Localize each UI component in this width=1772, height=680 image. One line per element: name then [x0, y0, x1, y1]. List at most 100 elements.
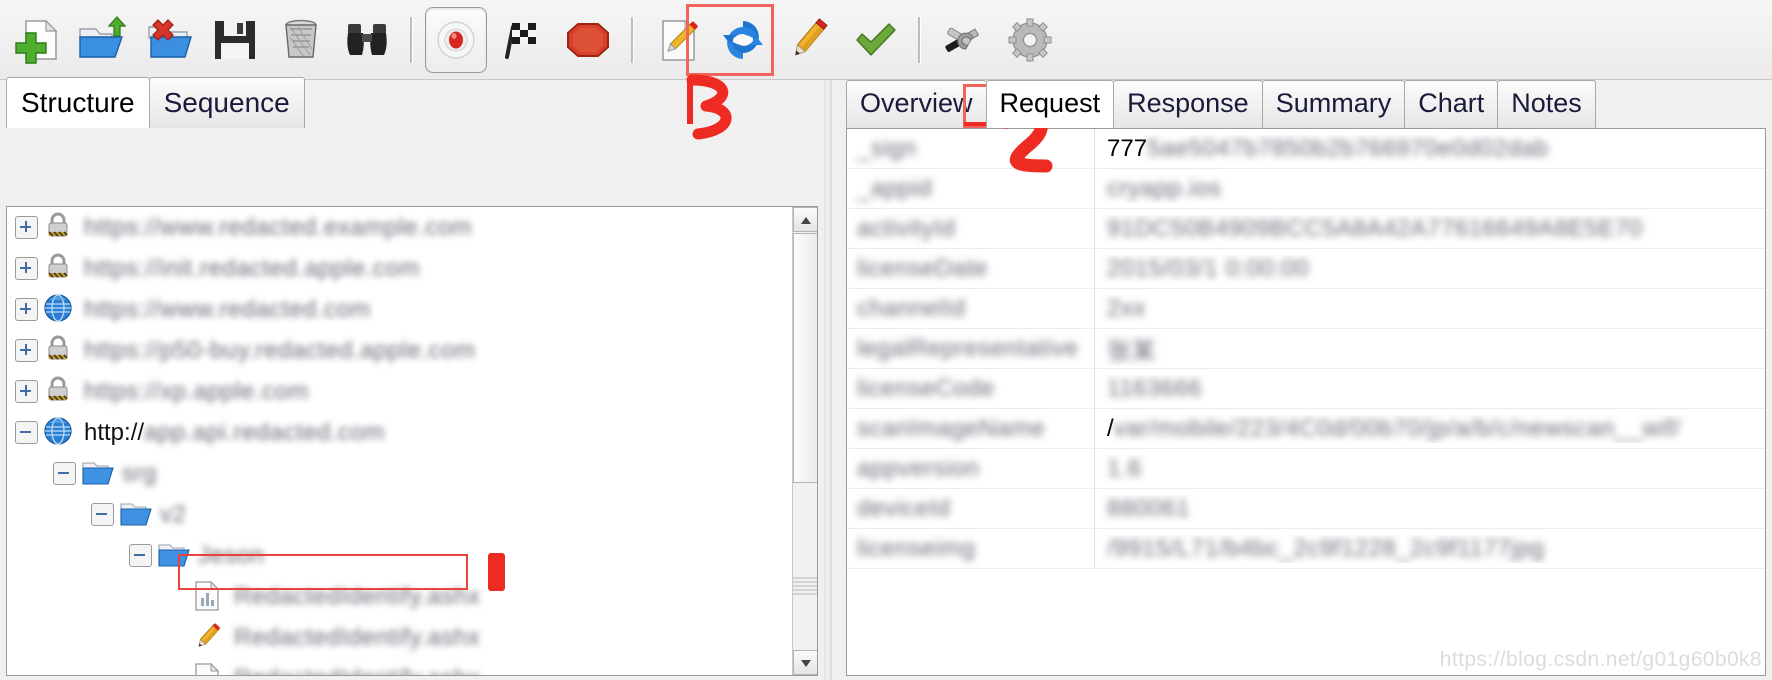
tree-row-spacer — [167, 627, 188, 648]
request-param-name: activityId — [857, 214, 956, 242]
tree-expand-icon[interactable] — [15, 216, 38, 239]
request-row[interactable]: legalRepresentative 张某 — [847, 329, 1765, 369]
request-param-value: /var/mobile/223/4C0d/00b70/jp/a/b/c/news… — [1107, 414, 1681, 442]
tree-collapse-icon[interactable] — [53, 462, 76, 485]
open-folder-button[interactable] — [72, 7, 134, 73]
edit-button[interactable] — [778, 7, 840, 73]
watermark: https://blog.csdn.net/g01g60b0k8 — [1439, 648, 1762, 671]
save-button[interactable] — [204, 7, 266, 73]
request-row[interactable]: licenseDate 2015/03/1 0:00:00 — [847, 249, 1765, 289]
tree-row-label: srg — [122, 459, 157, 487]
tab-summary[interactable]: Summary — [1261, 80, 1406, 128]
tree-row-label: RedactedIdentify.ashx — [234, 582, 481, 610]
request-param-value: 张某 — [1107, 338, 1156, 365]
tree-row-label: https://www.redacted.com — [84, 295, 371, 323]
scroll-down-arrow[interactable] — [793, 650, 817, 675]
left-panel: Structure Sequence https://www.redacted.… — [0, 77, 824, 680]
toolbar-separator-3 — [918, 16, 921, 63]
request-row[interactable]: channelId 2xx — [847, 289, 1765, 329]
tree-row[interactable]: RedactedIdentify.ashx — [7, 658, 791, 675]
request-param-value: 1163666 — [1107, 374, 1203, 402]
stop-recording-button[interactable] — [491, 7, 553, 73]
request-param-value: 1.6 — [1107, 454, 1142, 482]
tab-notes[interactable]: Notes — [1497, 80, 1596, 128]
scroll-up-arrow[interactable] — [793, 207, 817, 232]
request-parameters-table[interactable]: _sign 7775ae5047b7850b2b766970e0d02dab _ap… — [846, 128, 1766, 676]
new-file-button[interactable] — [6, 7, 68, 73]
request-row[interactable]: appversion 1.6 — [847, 449, 1765, 489]
settings-button[interactable] — [999, 7, 1061, 73]
tab-request[interactable]: Request — [985, 80, 1115, 128]
request-row[interactable]: activityId 91DC50B4909BCC5A8A42A77616649A… — [847, 209, 1765, 249]
request-param-name: licenseCode — [857, 374, 995, 402]
save-icon — [211, 16, 259, 64]
request-param-value: 2xx — [1107, 294, 1146, 322]
tree-expand-icon[interactable] — [15, 298, 38, 321]
request-detail-tabs: Overview Request Response Summary Chart … — [832, 80, 1772, 128]
tree-row[interactable]: https://www.redacted.com — [7, 289, 791, 330]
tree-row[interactable]: srg — [7, 453, 791, 494]
tools-button[interactable] — [933, 7, 995, 73]
tree-vertical-scrollbar[interactable] — [792, 207, 817, 675]
find-button[interactable] — [336, 7, 398, 73]
request-row[interactable]: licenseCode 1163666 — [847, 369, 1765, 409]
tree-row-label: Jeson — [198, 541, 265, 569]
request-row[interactable]: licenseimg/9915/L71/b4bc_2c9f1228_2c9f11… — [847, 529, 1765, 569]
request-row[interactable]: scanImageName/var/mobile/223/4C0d/00b70/… — [847, 409, 1765, 449]
tree-row-spacer — [167, 668, 188, 675]
tree-collapse-icon[interactable] — [15, 421, 38, 444]
tree-row[interactable]: Jeson — [7, 535, 791, 576]
tab-sequence[interactable]: Sequence — [148, 77, 305, 128]
edit-pencil-icon — [785, 15, 833, 65]
structure-sequence-tabs: Structure Sequence — [0, 77, 824, 128]
session-tree[interactable]: https://www.redacted.example.com https://… — [6, 206, 818, 676]
tree-rows-container: https://www.redacted.example.com https://… — [7, 207, 791, 675]
globe-icon — [43, 293, 77, 327]
request-row[interactable]: deviceId 880061 — [847, 489, 1765, 529]
tree-row-label: https://xp.apple.com — [84, 377, 309, 405]
tree-row[interactable]: https://www.redacted.example.com — [7, 207, 791, 248]
right-panel: Overview Request Response Summary Chart … — [832, 80, 1772, 680]
record-icon — [434, 18, 478, 62]
tab-response[interactable]: Response — [1113, 80, 1263, 128]
tab-chart[interactable]: Chart — [1404, 80, 1499, 128]
tree-row-label: RedactedIdentify.ashx — [234, 665, 480, 676]
tree-row[interactable]: v2 — [7, 494, 791, 535]
compose-button[interactable] — [646, 7, 708, 73]
panel-splitter[interactable] — [824, 80, 832, 680]
tree-row-label: http://app.api.redacted.com — [84, 418, 385, 446]
request-param-value: 880061 — [1107, 494, 1191, 522]
request-param-value: /9915/L71/b4bc_2c9f1228_2c9f1177jpg — [1107, 534, 1545, 562]
tree-row[interactable]: https://init.redacted.apple.com — [7, 248, 791, 289]
tree-expand-icon[interactable] — [15, 339, 38, 362]
tree-expand-icon[interactable] — [15, 257, 38, 280]
request-row[interactable]: _sign 7775ae5047b7850b2b766970e0d02dab — [847, 129, 1765, 169]
repeat-button[interactable] — [712, 7, 774, 73]
tree-row[interactable]: https://p50-buy.redacted.apple.com — [7, 330, 791, 371]
tab-overview[interactable]: Overview — [846, 80, 987, 128]
record-button[interactable] — [425, 6, 487, 73]
clear-trash-button[interactable] — [270, 7, 332, 73]
stop-button[interactable] — [557, 7, 619, 73]
request-param-name: _appid — [857, 174, 933, 202]
marker-1-bar — [488, 553, 505, 591]
globe-icon — [43, 416, 77, 450]
folder-icon — [119, 498, 153, 532]
tree-row[interactable]: http://app.api.redacted.com — [7, 412, 791, 453]
tree-collapse-icon[interactable] — [129, 544, 152, 567]
request-param-name: deviceId — [857, 494, 951, 522]
tree-row[interactable]: https://xp.apple.com — [7, 371, 791, 412]
tab-structure[interactable]: Structure — [6, 77, 150, 128]
close-folder-button[interactable] — [138, 7, 200, 73]
tree-row[interactable]: RedactedIdentify.ashx — [7, 576, 791, 617]
folder-icon — [157, 539, 191, 573]
tree-row[interactable]: RedactedIdentify.ashx — [7, 617, 791, 658]
close-folder-icon — [143, 15, 195, 65]
validate-button[interactable] — [844, 7, 906, 73]
scroll-thumb[interactable] — [793, 233, 817, 483]
tree-expand-icon[interactable] — [15, 380, 38, 403]
scroll-grip — [793, 577, 817, 595]
lock-icon — [43, 375, 77, 409]
tree-collapse-icon[interactable] — [91, 503, 114, 526]
request-row[interactable]: _appid cryapp.ios — [847, 169, 1765, 209]
